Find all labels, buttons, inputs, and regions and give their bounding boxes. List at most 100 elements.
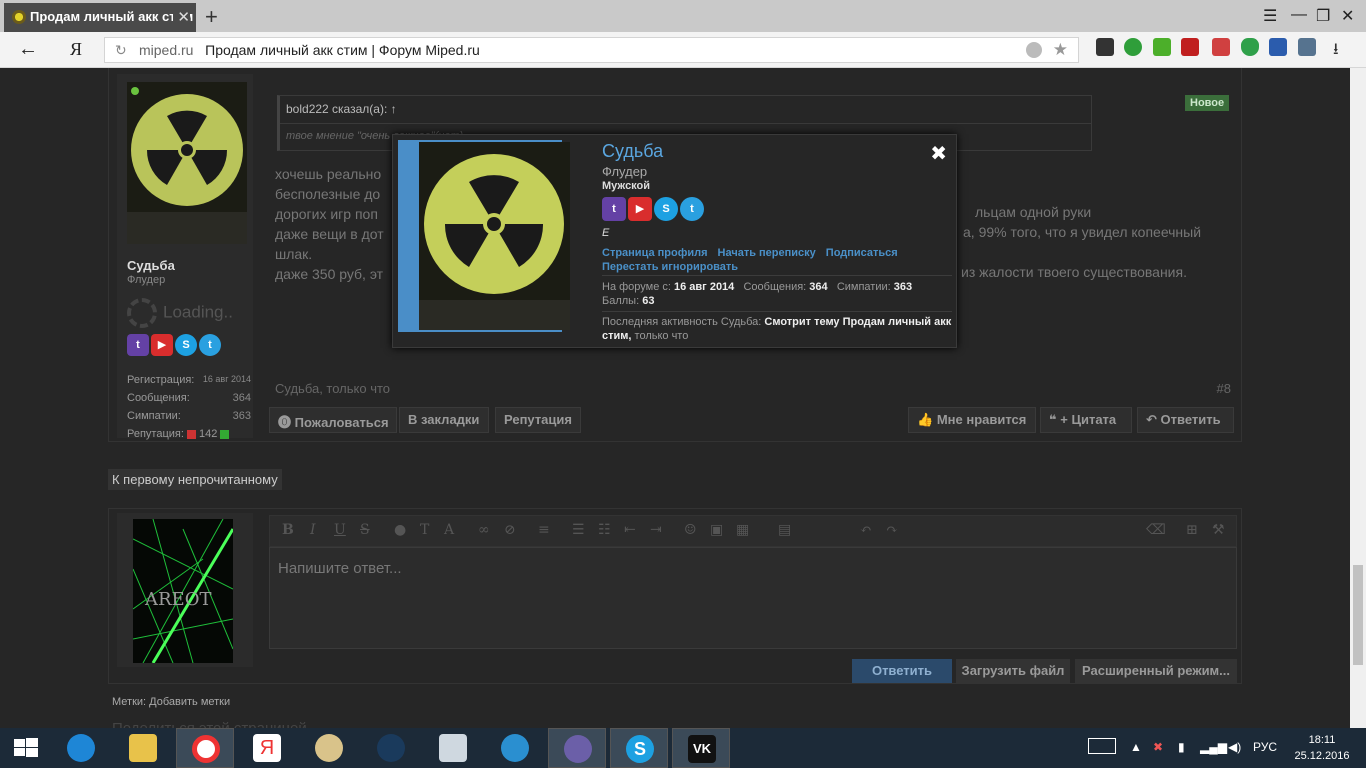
monitor-taskbar-icon[interactable]: [424, 728, 482, 768]
unlink-icon[interactable]: ⊘: [504, 522, 516, 538]
start-button[interactable]: [0, 728, 58, 768]
mail-new-icon[interactable]: [1181, 38, 1199, 56]
first-unread-link[interactable]: К первому непрочитанному: [108, 469, 282, 490]
keyboard-icon[interactable]: [1088, 738, 1116, 754]
popup-username[interactable]: Судьба: [602, 141, 663, 162]
font-icon[interactable]: A: [444, 522, 454, 538]
underline-icon[interactable]: U: [334, 522, 346, 538]
insert-icon[interactable]: ⊞: [1186, 522, 1198, 538]
steam-taskbar-icon[interactable]: [362, 728, 420, 768]
color-icon[interactable]: ●: [394, 522, 406, 538]
p-extension-icon[interactable]: [1269, 38, 1287, 56]
post-number[interactable]: #8: [1217, 381, 1231, 396]
quote-header[interactable]: bold222 сказал(а): ↑: [280, 96, 1091, 124]
protect-icon[interactable]: [1026, 42, 1042, 58]
popup-avatar[interactable]: [419, 142, 570, 330]
quote-button[interactable]: ❝ + Цитата: [1040, 407, 1132, 433]
link-icon[interactable]: ∞: [478, 522, 490, 538]
gear-extension-icon[interactable]: [1298, 38, 1316, 56]
bullet-list-icon[interactable]: ☰: [572, 522, 585, 538]
bittorrent-taskbar-icon[interactable]: [548, 728, 606, 768]
downloads-icon[interactable]: ⭳: [1333, 38, 1351, 58]
username[interactable]: Судьба: [127, 258, 175, 273]
image-icon[interactable]: ▣: [710, 522, 723, 538]
restore-icon[interactable]: ❐: [1316, 6, 1330, 26]
back-arrow-icon[interactable]: ←: [18, 38, 38, 61]
yandex-taskbar-icon[interactable]: Я: [238, 728, 296, 768]
language-indicator[interactable]: РУС: [1253, 740, 1277, 754]
adblock-counter-icon[interactable]: [1212, 38, 1230, 56]
wrench-icon[interactable]: ⚒: [1212, 522, 1225, 538]
chevron-up-icon[interactable]: ▲: [1130, 740, 1142, 754]
italic-icon[interactable]: I: [310, 522, 316, 538]
upload-file-button[interactable]: Загрузить файл: [956, 659, 1070, 683]
advanced-mode-button[interactable]: Расширенный режим...: [1075, 659, 1237, 683]
rep-minus-icon[interactable]: [186, 429, 196, 439]
paint-taskbar-icon[interactable]: [300, 728, 358, 768]
smiley-icon[interactable]: ☺: [684, 522, 697, 538]
eraser-icon[interactable]: ⌫: [1146, 522, 1166, 538]
twitch-icon[interactable]: t: [602, 197, 626, 221]
unignore-link[interactable]: Перестать игнорировать: [602, 261, 738, 273]
twitter-icon[interactable]: t: [680, 197, 704, 221]
skype-icon[interactable]: S: [175, 334, 197, 356]
profile-page-link[interactable]: Страница профиля: [602, 247, 708, 259]
redo-icon[interactable]: ↷: [886, 522, 898, 538]
paw-extension-icon[interactable]: [1096, 38, 1114, 56]
close-popup-icon[interactable]: ✖: [930, 141, 947, 166]
minimize-icon[interactable]: —: [1291, 6, 1307, 24]
reply-post-button[interactable]: ↶ Ответить: [1137, 407, 1234, 433]
save-draft-icon[interactable]: ▤: [778, 522, 791, 538]
twitter-icon[interactable]: t: [199, 334, 221, 356]
signal-icon[interactable]: ▂▄▆: [1200, 740, 1227, 754]
address-bar[interactable]: ↻ miped.ru Продам личный акк стим | Фору…: [104, 37, 1079, 63]
yandex-browser-taskbar-icon[interactable]: [176, 728, 234, 768]
strike-icon[interactable]: S: [360, 522, 370, 538]
bold-icon[interactable]: B: [282, 522, 294, 538]
yandex-logo-icon[interactable]: Я: [70, 39, 82, 60]
my-avatar[interactable]: AREOT: [133, 519, 233, 663]
reputation-button[interactable]: Репутация: [495, 407, 581, 433]
skype-taskbar-icon[interactable]: S: [610, 728, 668, 768]
menu-icon[interactable]: ☰: [1263, 6, 1277, 26]
battery-icon[interactable]: ▮: [1178, 740, 1185, 754]
submit-reply-button[interactable]: Ответить: [852, 659, 952, 683]
start-conversation-link[interactable]: Начать переписку: [718, 247, 816, 259]
bookmark-star-icon[interactable]: ★: [1053, 40, 1068, 60]
undo-icon[interactable]: ↶: [860, 522, 872, 538]
youtube-icon[interactable]: ▶: [151, 334, 173, 356]
font-size-icon[interactable]: T: [420, 522, 429, 538]
like-button[interactable]: 👍 Мне нравится: [908, 407, 1036, 433]
reload-icon[interactable]: ↻: [115, 42, 127, 59]
youtube-icon[interactable]: ▶: [628, 197, 652, 221]
app-taskbar-icon[interactable]: [486, 728, 544, 768]
vk-taskbar-icon[interactable]: VK: [672, 728, 730, 768]
align-icon[interactable]: ≡: [538, 522, 550, 538]
post-meta[interactable]: Судьба, только что: [275, 381, 390, 396]
numbered-list-icon[interactable]: ☷: [598, 522, 611, 538]
page-scrollbar[interactable]: [1350, 68, 1366, 728]
download-helper-icon[interactable]: [1153, 38, 1171, 56]
outdent-icon[interactable]: ⇤: [624, 522, 636, 538]
media-icon[interactable]: ▦: [736, 522, 749, 538]
clock[interactable]: 18:11 25.12.2016: [1292, 732, 1352, 764]
new-tab-icon[interactable]: +: [205, 4, 218, 30]
add-tags-link[interactable]: Добавить метки: [149, 696, 230, 708]
reply-editor[interactable]: Напишите ответ...: [269, 547, 1237, 649]
rep-plus-icon[interactable]: [220, 429, 230, 439]
shield-icon[interactable]: [1241, 38, 1259, 56]
close-window-icon[interactable]: ✕: [1341, 6, 1354, 26]
skype-icon[interactable]: S: [654, 197, 678, 221]
avatar[interactable]: [127, 82, 247, 244]
close-tab-icon[interactable]: ✕: [173, 8, 190, 26]
ie-taskbar-icon[interactable]: [52, 728, 110, 768]
scrollbar-thumb[interactable]: [1353, 565, 1363, 665]
browser-tab[interactable]: Продам личный акк стим ✕: [4, 3, 196, 32]
twitch-icon[interactable]: t: [127, 334, 149, 356]
green-extension-icon[interactable]: [1124, 38, 1142, 56]
indent-icon[interactable]: ⇥: [650, 522, 662, 538]
explorer-taskbar-icon[interactable]: [114, 728, 172, 768]
bookmark-button[interactable]: В закладки: [399, 407, 489, 433]
report-button[interactable]: ⓿ Пожаловаться: [269, 407, 397, 433]
follow-link[interactable]: Подписаться: [826, 247, 898, 259]
